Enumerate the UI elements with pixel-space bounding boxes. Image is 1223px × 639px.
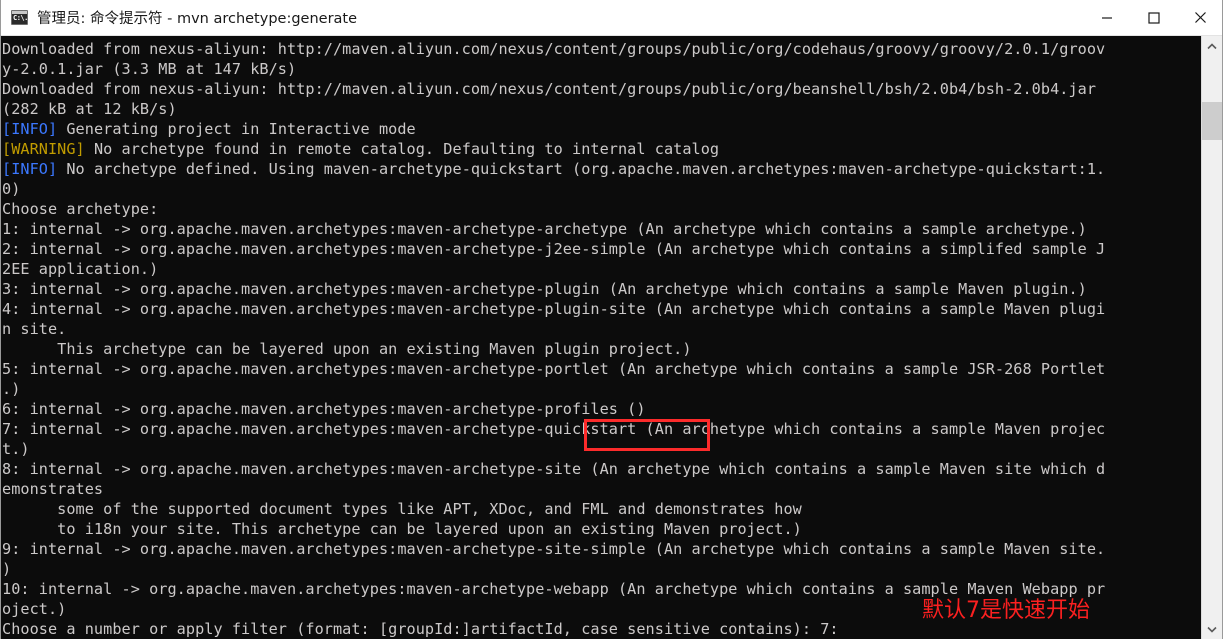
window-controls bbox=[1083, 0, 1222, 36]
console-line: This archetype can be layered upon an ex… bbox=[2, 339, 1203, 359]
console-text-run: 1: internal -> org.apache.maven.archetyp… bbox=[2, 220, 1087, 238]
console-line: 4: internal -> org.apache.maven.archetyp… bbox=[2, 299, 1203, 319]
console-line: [INFO] Generating project in Interactive… bbox=[2, 119, 1203, 139]
cmd-icon-label: C:\. bbox=[13, 14, 28, 22]
console-text-run: No archetype found in remote catalog. De… bbox=[84, 140, 720, 158]
console-line: 7: internal -> org.apache.maven.archetyp… bbox=[2, 419, 1203, 439]
title-bar-left: C:\. 管理员: 命令提示符 - mvn archetype:generate bbox=[1, 0, 1083, 35]
console-text-run: Choose archetype: bbox=[2, 200, 159, 218]
console-text-run: 2EE application.) bbox=[2, 260, 159, 278]
console-text-run: emonstrates bbox=[2, 480, 104, 498]
chevron-down-icon bbox=[1207, 626, 1217, 633]
minimize-icon bbox=[1101, 16, 1112, 19]
console-text-run: Choose a number or apply filter (format:… bbox=[2, 620, 839, 638]
console-text-run: 10: internal -> org.apache.maven.archety… bbox=[2, 580, 1106, 598]
console-line: [INFO] No archetype defined. Using maven… bbox=[2, 159, 1203, 179]
console-line: 3: internal -> org.apache.maven.archetyp… bbox=[2, 279, 1203, 299]
console-scrollbar[interactable] bbox=[1201, 36, 1222, 639]
console-area[interactable]: Downloaded from nexus-aliyun: http://mav… bbox=[1, 36, 1222, 639]
console-text-run: Downloaded from nexus-aliyun: http://mav… bbox=[2, 80, 1097, 98]
title-bar[interactable]: C:\. 管理员: 命令提示符 - mvn archetype:generate bbox=[1, 0, 1222, 36]
chevron-up-icon bbox=[1207, 42, 1217, 49]
console-text-run: Downloaded from nexus-aliyun: http://mav… bbox=[2, 40, 1106, 58]
console-output: Downloaded from nexus-aliyun: http://mav… bbox=[1, 36, 1203, 639]
console-text-run: Generating project in Interactive mode bbox=[57, 120, 416, 138]
cmd-window: C:\. 管理员: 命令提示符 - mvn archetype:generate bbox=[0, 0, 1223, 639]
console-text-run: 9: internal -> org.apache.maven.archetyp… bbox=[2, 540, 1106, 558]
console-text-run: 2: internal -> org.apache.maven.archetyp… bbox=[2, 240, 1106, 258]
console-text-run: ) bbox=[2, 560, 12, 578]
console-line: ) bbox=[2, 559, 1203, 579]
console-text-run: y-2.0.1.jar (3.3 MB at 147 kB/s) bbox=[2, 60, 297, 78]
console-text-run: oject.) bbox=[2, 600, 67, 618]
console-text-run: 4: internal -> org.apache.maven.archetyp… bbox=[2, 300, 1106, 318]
close-icon bbox=[1195, 12, 1206, 23]
console-text-run: 3: internal -> org.apache.maven.archetyp… bbox=[2, 280, 1087, 298]
console-line: 2: internal -> org.apache.maven.archetyp… bbox=[2, 239, 1203, 259]
window-title: 管理员: 命令提示符 - mvn archetype:generate bbox=[37, 11, 358, 27]
scroll-up-arrow[interactable] bbox=[1202, 36, 1222, 56]
console-line: 1: internal -> org.apache.maven.archetyp… bbox=[2, 219, 1203, 239]
annotation-note: 默认7是快速开始 bbox=[922, 598, 1090, 623]
console-text-run: some of the supported document types lik… bbox=[2, 500, 802, 518]
console-line: 8: internal -> org.apache.maven.archetyp… bbox=[2, 459, 1203, 479]
log-level-tag: [INFO] bbox=[2, 160, 58, 178]
console-line: (282 kB at 12 kB/s) bbox=[2, 99, 1203, 119]
console-text-run: n site. bbox=[2, 320, 67, 338]
console-line: y-2.0.1.jar (3.3 MB at 147 kB/s) bbox=[2, 59, 1203, 79]
console-line: to i18n your site. This archetype can be… bbox=[2, 519, 1203, 539]
console-line: Downloaded from nexus-aliyun: http://mav… bbox=[2, 79, 1203, 99]
scroll-down-arrow[interactable] bbox=[1202, 619, 1222, 639]
console-text-run: This archetype can be layered upon an ex… bbox=[2, 340, 692, 358]
log-level-tag: [WARNING] bbox=[2, 140, 85, 158]
console-line: 2EE application.) bbox=[2, 259, 1203, 279]
console-line: some of the supported document types lik… bbox=[2, 499, 1203, 519]
console-line: Downloaded from nexus-aliyun: http://mav… bbox=[2, 39, 1203, 59]
close-button[interactable] bbox=[1177, 0, 1222, 36]
console-line: t.) bbox=[2, 439, 1203, 459]
console-text-run: to i18n your site. This archetype can be… bbox=[2, 520, 802, 538]
console-line: 10: internal -> org.apache.maven.archety… bbox=[2, 579, 1203, 599]
console-text-run: .) bbox=[2, 380, 21, 398]
maximize-button[interactable] bbox=[1130, 0, 1177, 36]
cmd-prompt-icon: C:\. bbox=[11, 10, 28, 25]
log-level-tag: [INFO] bbox=[2, 120, 58, 138]
console-text-run: t.) bbox=[2, 440, 30, 458]
maximize-icon bbox=[1147, 11, 1160, 24]
console-line: emonstrates bbox=[2, 479, 1203, 499]
scroll-thumb[interactable] bbox=[1202, 102, 1222, 140]
console-text-run: 6: internal -> org.apache.maven.archetyp… bbox=[2, 400, 646, 418]
console-line: [WARNING] No archetype found in remote c… bbox=[2, 139, 1203, 159]
console-text-run: No archetype defined. Using maven-archet… bbox=[57, 160, 1106, 178]
console-line: 5: internal -> org.apache.maven.archetyp… bbox=[2, 359, 1203, 379]
console-text-run: (282 kB at 12 kB/s) bbox=[2, 100, 177, 118]
console-text-run: 8: internal -> org.apache.maven.archetyp… bbox=[2, 460, 1106, 478]
console-line: Choose archetype: bbox=[2, 199, 1203, 219]
console-text-run: 7: internal -> org.apache.maven.archetyp… bbox=[2, 420, 1106, 438]
console-line: n site. bbox=[2, 319, 1203, 339]
console-line: .) bbox=[2, 379, 1203, 399]
console-line: 0) bbox=[2, 179, 1203, 199]
console-line: 6: internal -> org.apache.maven.archetyp… bbox=[2, 399, 1203, 419]
console-line: 9: internal -> org.apache.maven.archetyp… bbox=[2, 539, 1203, 559]
console-text-run: 0) bbox=[2, 180, 21, 198]
console-text-run: 5: internal -> org.apache.maven.archetyp… bbox=[2, 360, 1106, 378]
minimize-button[interactable] bbox=[1083, 0, 1130, 36]
